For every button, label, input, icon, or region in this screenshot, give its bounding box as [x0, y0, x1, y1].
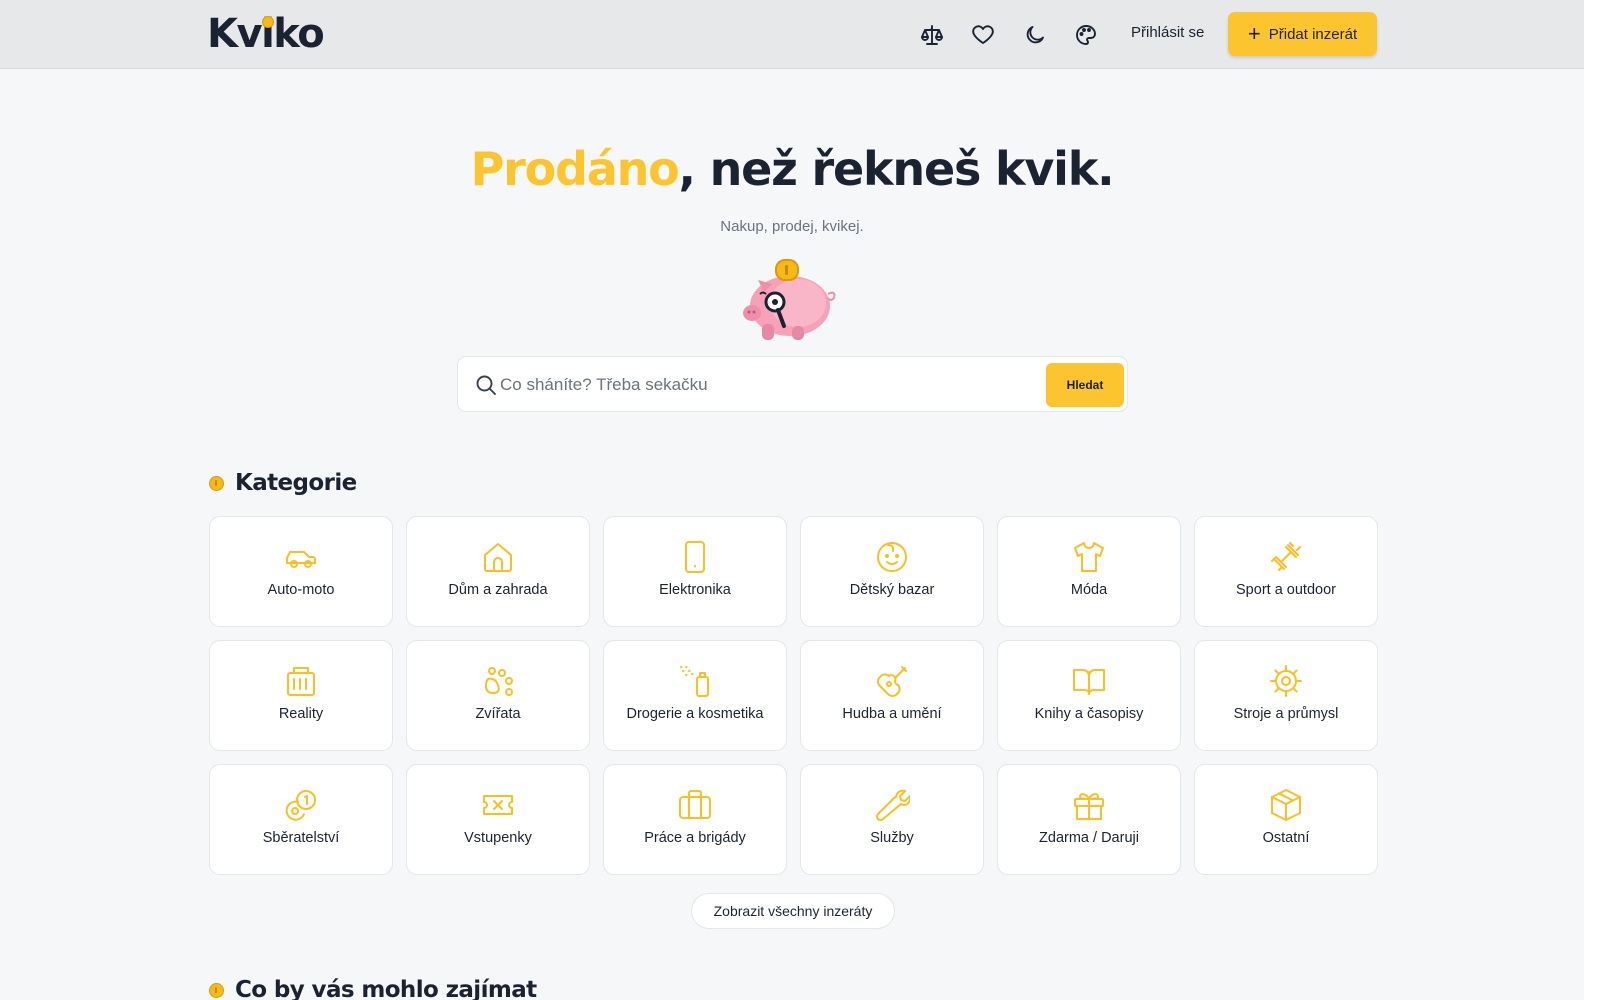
- moon-icon[interactable]: [1021, 21, 1049, 49]
- category-label: Vstupenky: [464, 830, 532, 846]
- category-label: Elektronika: [659, 582, 731, 598]
- coins-icon: [283, 787, 319, 823]
- search-bar: Hledat: [457, 356, 1128, 412]
- coin-icon: [209, 982, 224, 998]
- category-sberatelstvi[interactable]: Sběratelství: [209, 764, 393, 875]
- categories-heading: Kategorie: [209, 470, 357, 496]
- category-detsky-bazar[interactable]: Dětský bazar: [800, 516, 984, 627]
- gift-icon: [1071, 787, 1107, 823]
- category-zvirata[interactable]: Zvířata: [406, 640, 590, 751]
- category-grid: Auto-moto Dům a zahrada Elektronika Děts…: [209, 516, 1378, 875]
- category-stroje-a-prumysl[interactable]: Stroje a průmysl: [1194, 640, 1378, 751]
- house-icon: [480, 539, 516, 575]
- category-reality[interactable]: Reality: [209, 640, 393, 751]
- heart-icon[interactable]: [969, 21, 997, 49]
- piggy-bank-mascot-icon: [743, 259, 836, 340]
- category-label: Dětský bazar: [849, 582, 935, 598]
- ticket-icon: [480, 787, 516, 823]
- car-icon: [283, 539, 319, 575]
- logo-coin-icon: [262, 16, 274, 28]
- category-label: Hudba a umění: [842, 706, 942, 722]
- category-zdarma-daruji[interactable]: Zdarma / Daruji: [997, 764, 1181, 875]
- category-label: Práce a brigády: [644, 830, 746, 846]
- category-label: Drogerie a kosmetika: [626, 706, 764, 722]
- tshirt-icon: [1071, 539, 1107, 575]
- hero-title-accent: Prodáno: [470, 142, 680, 196]
- category-label: Reality: [278, 706, 324, 722]
- building-icon: [283, 663, 319, 699]
- plus-icon: +: [1247, 21, 1261, 46]
- categories-title: Kategorie: [235, 470, 357, 496]
- top-bar: Kviko Přihlásit se + Přidat inzerát: [0, 0, 1584, 69]
- search-icon: [474, 373, 498, 397]
- category-auto-moto[interactable]: Auto-moto: [209, 516, 393, 627]
- show-all-listings-button[interactable]: Zobrazit všechny inzeráty: [691, 893, 895, 929]
- briefcase-icon: [677, 787, 713, 823]
- search-input[interactable]: [500, 369, 1020, 401]
- book-icon: [1071, 663, 1107, 699]
- category-label: Sběratelství: [262, 830, 340, 846]
- category-ostatni[interactable]: Ostatní: [1194, 764, 1378, 875]
- scale-icon[interactable]: [918, 21, 946, 49]
- category-label: Sport a outdoor: [1236, 582, 1336, 598]
- category-label: Knihy a časopisy: [1034, 706, 1144, 722]
- category-label: Služby: [870, 830, 914, 846]
- palette-icon[interactable]: [1072, 21, 1100, 49]
- category-label: Zdarma / Daruji: [1039, 830, 1139, 846]
- category-prace-a-brigady[interactable]: Práce a brigády: [603, 764, 787, 875]
- category-knihy-a-casopisy[interactable]: Knihy a časopisy: [997, 640, 1181, 751]
- category-elektronika[interactable]: Elektronika: [603, 516, 787, 627]
- category-vstupenky[interactable]: Vstupenky: [406, 764, 590, 875]
- login-link[interactable]: Přihlásit se: [1131, 24, 1204, 41]
- category-drogerie-a-kosmetika[interactable]: Drogerie a kosmetika: [603, 640, 787, 751]
- paw-icon: [480, 663, 516, 699]
- wrench-icon: [874, 787, 912, 823]
- dumbbell-icon: [1268, 539, 1304, 575]
- category-label: Zvířata: [475, 706, 521, 722]
- add-listing-button[interactable]: + Přidat inzerát: [1228, 12, 1377, 56]
- hero-subtitle: Nakup, prodej, kvikej.: [720, 218, 864, 235]
- category-dum-a-zahrada[interactable]: Dům a zahrada: [406, 516, 590, 627]
- category-label: Ostatní: [1262, 830, 1310, 846]
- box-icon: [1268, 787, 1304, 823]
- baby-icon: [874, 539, 910, 575]
- category-moda[interactable]: Móda: [997, 516, 1181, 627]
- gear-icon: [1268, 663, 1304, 699]
- search-button[interactable]: Hledat: [1046, 363, 1124, 407]
- guitar-icon: [874, 663, 910, 699]
- category-label: Móda: [1070, 582, 1108, 598]
- phone-icon: [677, 539, 713, 575]
- category-sport-a-outdoor[interactable]: Sport a outdoor: [1194, 516, 1378, 627]
- spray-icon: [677, 663, 713, 699]
- category-label: Auto-moto: [267, 582, 335, 598]
- add-listing-label: Přidat inzerát: [1268, 25, 1358, 43]
- category-hudba-a-umeni[interactable]: Hudba a umění: [800, 640, 984, 751]
- category-sluzby[interactable]: Služby: [800, 764, 984, 875]
- interest-title: Co by vás mohlo zajímat: [235, 977, 537, 1000]
- scrollbar[interactable]: [1584, 0, 1600, 1000]
- coin-icon: [209, 475, 224, 491]
- hero-title: Prodáno, než řekneš kvik.: [0, 142, 1584, 196]
- hero-title-rest: , než řekneš kvik.: [678, 142, 1115, 196]
- category-label: Stroje a průmysl: [1233, 706, 1339, 722]
- interest-heading: Co by vás mohlo zajímat: [209, 977, 537, 1000]
- category-label: Dům a zahrada: [448, 582, 548, 598]
